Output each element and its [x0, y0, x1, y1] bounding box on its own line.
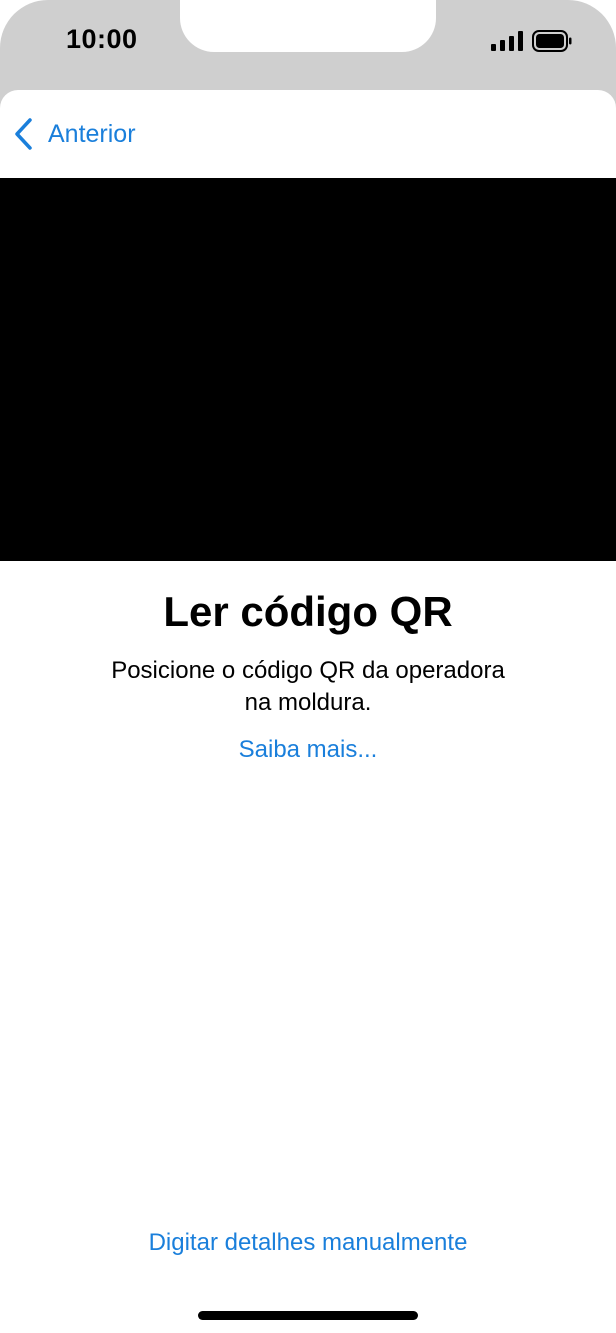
camera-viewfinder	[0, 178, 616, 561]
cellular-signal-icon	[491, 31, 523, 51]
instruction-text: Posicione o código QR da operadora na mo…	[60, 655, 556, 719]
back-button-label: Anterior	[48, 119, 136, 148]
status-time: 10:00	[66, 24, 138, 54]
page-title: Ler código QR	[163, 588, 453, 635]
home-indicator[interactable]	[198, 1311, 418, 1320]
battery-icon	[532, 30, 572, 52]
instruction-line-1: Posicione o código QR da operadora	[111, 657, 505, 684]
notch	[180, 0, 436, 52]
learn-more-link[interactable]: Saiba mais...	[0, 736, 616, 764]
chevron-left-icon	[15, 118, 32, 150]
back-button[interactable]: Anterior	[12, 114, 136, 154]
instruction-line-2: na moldura.	[244, 689, 372, 716]
manual-entry-button[interactable]: Digitar detalhes manualmente	[0, 1229, 616, 1257]
